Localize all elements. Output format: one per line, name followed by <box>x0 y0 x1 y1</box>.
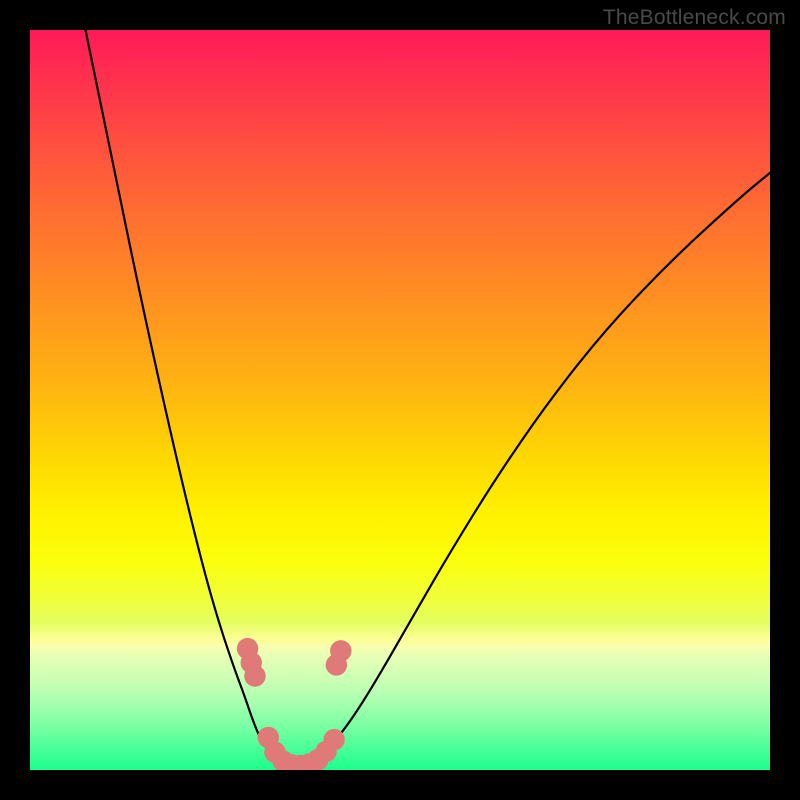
scatter-points <box>237 638 352 770</box>
data-point <box>323 729 344 750</box>
curve-left-branch <box>86 30 297 764</box>
chart-frame: TheBottleneck.com <box>0 0 800 800</box>
chart-svg <box>30 30 770 770</box>
data-point <box>244 665 265 686</box>
watermark-text: TheBottleneck.com <box>603 6 786 30</box>
curve-right-branch <box>296 173 770 764</box>
data-point <box>330 640 351 661</box>
plot-area <box>30 30 770 770</box>
